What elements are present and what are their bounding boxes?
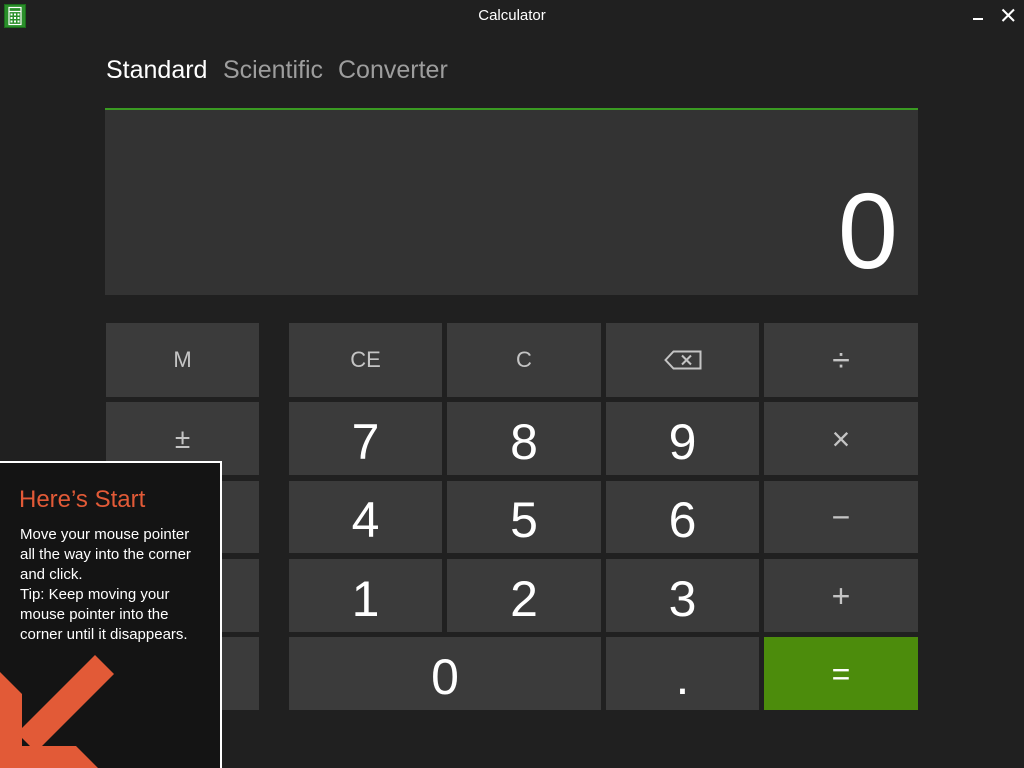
digit-1-button[interactable]: 1 xyxy=(289,559,442,632)
equals-button[interactable]: = xyxy=(764,637,918,710)
display-panel: 0 xyxy=(105,108,918,295)
backspace-button[interactable] xyxy=(606,323,759,397)
tab-scientific[interactable]: Scientific xyxy=(223,56,323,84)
start-tip-flyout: Here’s Start Move your mouse pointer all… xyxy=(0,461,222,768)
title-bar: Calculator xyxy=(0,0,1024,32)
display-value: 0 xyxy=(837,170,898,291)
minimize-button[interactable] xyxy=(969,7,987,25)
multiply-button[interactable]: × xyxy=(764,402,918,475)
close-button[interactable] xyxy=(999,7,1017,25)
digit-6-button[interactable]: 6 xyxy=(606,481,759,553)
digit-0-button[interactable]: 0 xyxy=(289,637,601,710)
digit-2-button[interactable]: 2 xyxy=(447,559,601,632)
tab-converter[interactable]: Converter xyxy=(338,56,448,84)
memory-button[interactable]: M xyxy=(106,323,259,397)
arrow-shaft xyxy=(17,655,114,752)
mode-tabs: Standard Scientific Converter xyxy=(0,56,1024,86)
close-icon xyxy=(1001,8,1015,22)
digit-7-button[interactable]: 7 xyxy=(289,402,442,475)
clear-entry-button[interactable]: CE xyxy=(289,323,442,397)
divide-button[interactable]: ÷ xyxy=(764,323,918,397)
arrow-down-left-icon xyxy=(0,655,114,768)
digit-4-button[interactable]: 4 xyxy=(289,481,442,553)
add-button[interactable]: + xyxy=(764,559,918,632)
digit-9-button[interactable]: 9 xyxy=(606,402,759,475)
subtract-button[interactable]: − xyxy=(764,481,918,553)
minimize-icon xyxy=(973,18,983,20)
digit-3-button[interactable]: 3 xyxy=(606,559,759,632)
window-title: Calculator xyxy=(478,7,546,24)
decimal-point-button[interactable]: . xyxy=(606,637,759,710)
tab-standard[interactable]: Standard xyxy=(106,56,207,84)
backspace-icon xyxy=(663,350,701,370)
digit-8-button[interactable]: 8 xyxy=(447,402,601,475)
digit-5-button[interactable]: 5 xyxy=(447,481,601,553)
clear-button[interactable]: C xyxy=(447,323,601,397)
